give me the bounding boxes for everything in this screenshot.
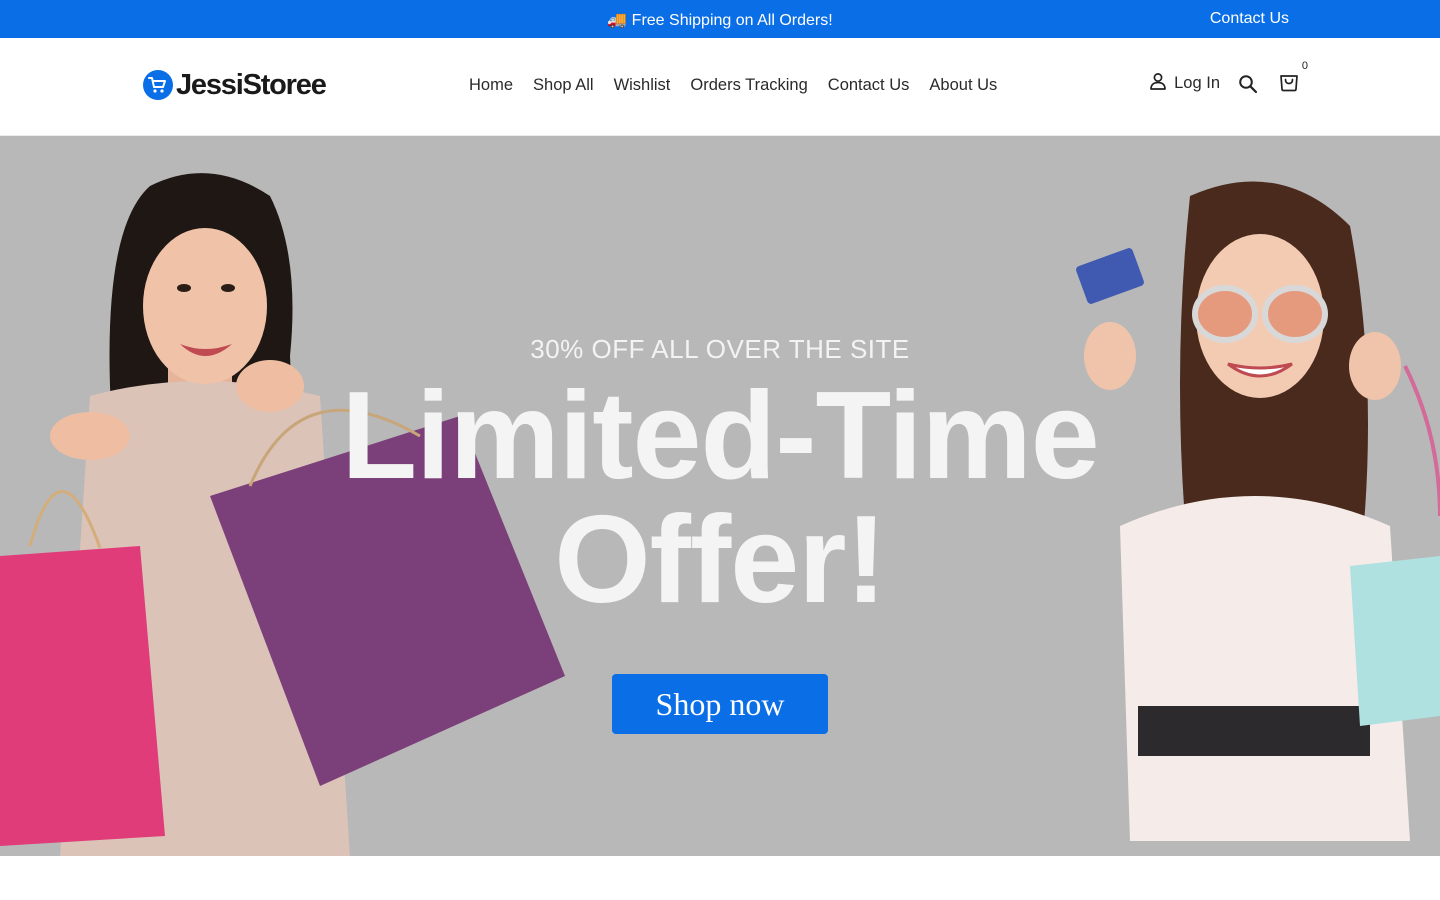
main-nav: Home Shop All Wishlist Orders Tracking C…: [469, 76, 997, 95]
logo[interactable]: JessiStoree: [143, 68, 327, 102]
announcement-contact-link[interactable]: Contact Us: [1210, 10, 1289, 28]
nav-shop-all[interactable]: Shop All: [533, 76, 594, 95]
nav-wishlist[interactable]: Wishlist: [614, 76, 671, 95]
hero-promo-text: 30% OFF ALL OVER THE SITE: [530, 334, 910, 364]
user-icon: [1148, 71, 1168, 96]
nav-about-us[interactable]: About Us: [929, 76, 997, 95]
site-header: JessiStoree Home Shop All Wishlist Order…: [0, 38, 1440, 136]
shop-now-button[interactable]: Shop now: [612, 674, 828, 734]
nav-orders-tracking[interactable]: Orders Tracking: [690, 76, 807, 95]
hero-content: 30% OFF ALL OVER THE SITE Limited-Time O…: [0, 136, 1440, 856]
announcement-bar: 🚚 Free Shipping on All Orders! Contact U…: [0, 0, 1440, 38]
hero-banner: 30% OFF ALL OVER THE SITE Limited-Time O…: [0, 136, 1440, 856]
hero-headline-line1: Limited-Time: [341, 367, 1099, 505]
cart-button[interactable]: 0: [1278, 60, 1308, 97]
page-below-fold: [0, 856, 1440, 900]
bag-icon: [1278, 70, 1300, 97]
login-label: Log In: [1174, 74, 1220, 92]
cart-count-badge: 0: [1301, 60, 1308, 72]
login-button[interactable]: Log In: [1148, 71, 1220, 96]
logo-text: JessiStoree: [176, 68, 327, 101]
nav-home[interactable]: Home: [469, 76, 513, 95]
hero-headline-line2: Offer!: [554, 491, 887, 629]
search-icon[interactable]: [1238, 74, 1258, 94]
nav-contact-us[interactable]: Contact Us: [828, 76, 910, 95]
cart-logo-icon: [143, 70, 173, 100]
header-actions: Log In 0: [1148, 60, 1308, 97]
